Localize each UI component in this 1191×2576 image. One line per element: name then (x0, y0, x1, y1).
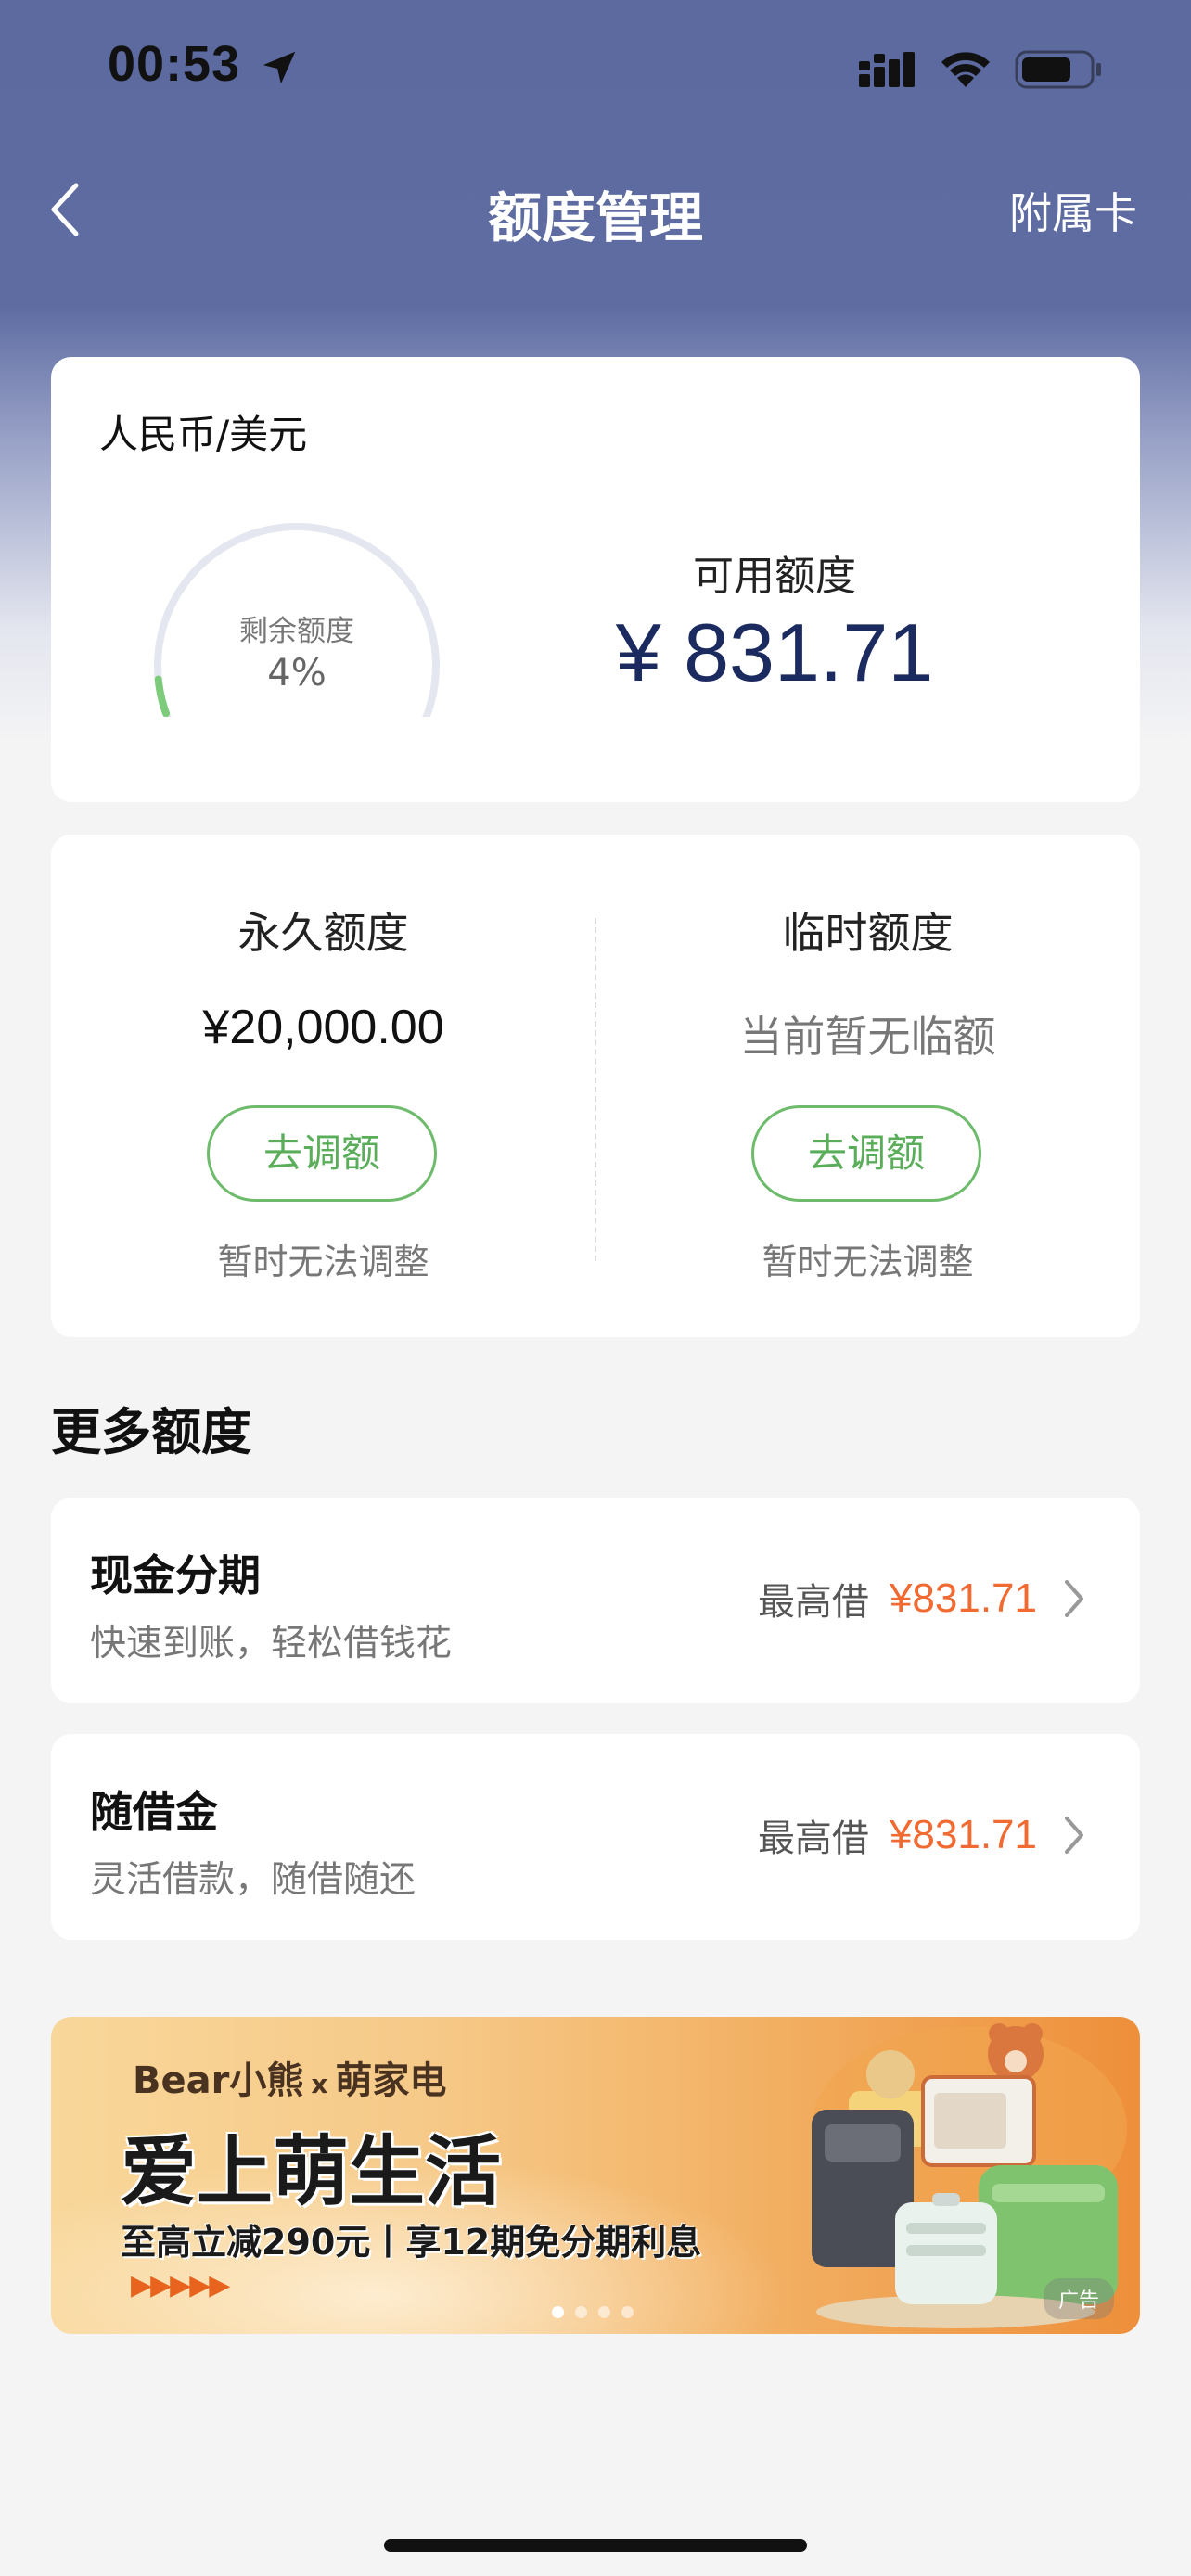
carousel-dots (552, 2306, 634, 2318)
ad-badge: 广告 (1043, 2278, 1114, 2319)
more-credit-section-title: 更多额度 (51, 1403, 251, 1461)
chevron-right-icon (1065, 1817, 1083, 1854)
location-arrow-icon (263, 51, 296, 84)
banner-brand-partner: 萌家电 (335, 2060, 447, 2102)
credit-limits-card: 永久额度 ¥20,000.00 去调额 暂时无法调整 临时额度 当前暂无临额 去… (51, 835, 1140, 1337)
gauge-label: 剩余额度 (239, 615, 354, 648)
chevron-right-icon (1065, 1580, 1083, 1617)
status-bar: 00:53 (0, 0, 1191, 139)
temporary-limit-value: 当前暂无临额 (739, 1012, 996, 1062)
temporary-limit-note: 暂时无法调整 (762, 1242, 974, 1282)
available-credit-label: 可用额度 (693, 553, 856, 600)
row-max-borrow: 最高借 ¥831.71 (758, 1572, 1089, 1626)
row-subtitle: 灵活借款，随借随还 (90, 1859, 416, 1901)
max-borrow-label: 最高借 (757, 1581, 869, 1624)
carousel-dot[interactable] (552, 2306, 564, 2318)
wifi-icon (941, 52, 990, 87)
permanent-limit-section: 永久额度 ¥20,000.00 去调额 暂时无法调整 (51, 835, 596, 1337)
banner-brand: Bear小熊 x 萌家电 (133, 2050, 446, 2104)
home-indicator (384, 2539, 807, 2552)
permanent-limit-note: 暂时无法调整 (217, 1242, 429, 1282)
temporary-limit-section: 临时额度 当前暂无临额 去调额 暂时无法调整 (596, 835, 1140, 1337)
banner-headline: 爱上萌生活 (121, 2128, 502, 2216)
carousel-dot[interactable] (598, 2306, 610, 2318)
row-max-borrow: 最高借 ¥831.71 (758, 1808, 1089, 1862)
permanent-limit-title: 永久额度 (237, 908, 409, 958)
max-borrow-amount: ¥831.71 (889, 1575, 1037, 1621)
banner-brand-x: x (311, 2069, 328, 2099)
supplementary-card-link[interactable]: 附属卡 (1009, 180, 1137, 241)
adjust-temporary-limit-button[interactable]: 去调额 (751, 1105, 981, 1202)
status-time: 00:53 (108, 36, 241, 92)
available-credit-card: 人民币/美元 剩余额度 4% 可用额度 ¥ 831.71 (51, 357, 1140, 802)
battery-icon (1015, 50, 1101, 89)
banner-arrows: ▶▶▶▶▶ (131, 2269, 230, 2302)
row-subtitle: 快速到账，轻松借钱花 (90, 1623, 453, 1664)
promo-banner[interactable]: Bear小熊 x 萌家电 爱上萌生活 至高立减290元丨享12期免分期利息 ▶▶▶▶… (51, 2017, 1140, 2334)
carousel-dot[interactable] (575, 2306, 587, 2318)
flexible-loan-row[interactable]: 随借金 灵活借款，随借随还 最高借 ¥831.71 (51, 1734, 1140, 1940)
banner-subline: 至高立减290元丨享12期免分期利息 (121, 2222, 702, 2263)
gauge-percentage: 4% (267, 652, 327, 695)
max-borrow-amount: ¥831.71 (889, 1812, 1037, 1857)
carousel-dot[interactable] (621, 2306, 634, 2318)
cash-installment-row[interactable]: 现金分期 快速到账，轻松借钱花 最高借 ¥831.71 (51, 1498, 1140, 1703)
permanent-limit-value: ¥20,000.00 (202, 1001, 444, 1054)
banner-brand-name: Bear小熊 (133, 2060, 304, 2102)
row-title: 随借金 (90, 1787, 218, 1837)
row-title: 现金分期 (90, 1550, 261, 1600)
available-credit-amount: ¥ 831.71 (615, 606, 934, 698)
max-borrow-label: 最高借 (757, 1817, 869, 1860)
cellular-signal-icon (859, 52, 915, 87)
currency-label: 人民币/美元 (99, 412, 308, 457)
adjust-permanent-limit-button[interactable]: 去调额 (207, 1105, 437, 1202)
temporary-limit-title: 临时额度 (782, 908, 954, 958)
